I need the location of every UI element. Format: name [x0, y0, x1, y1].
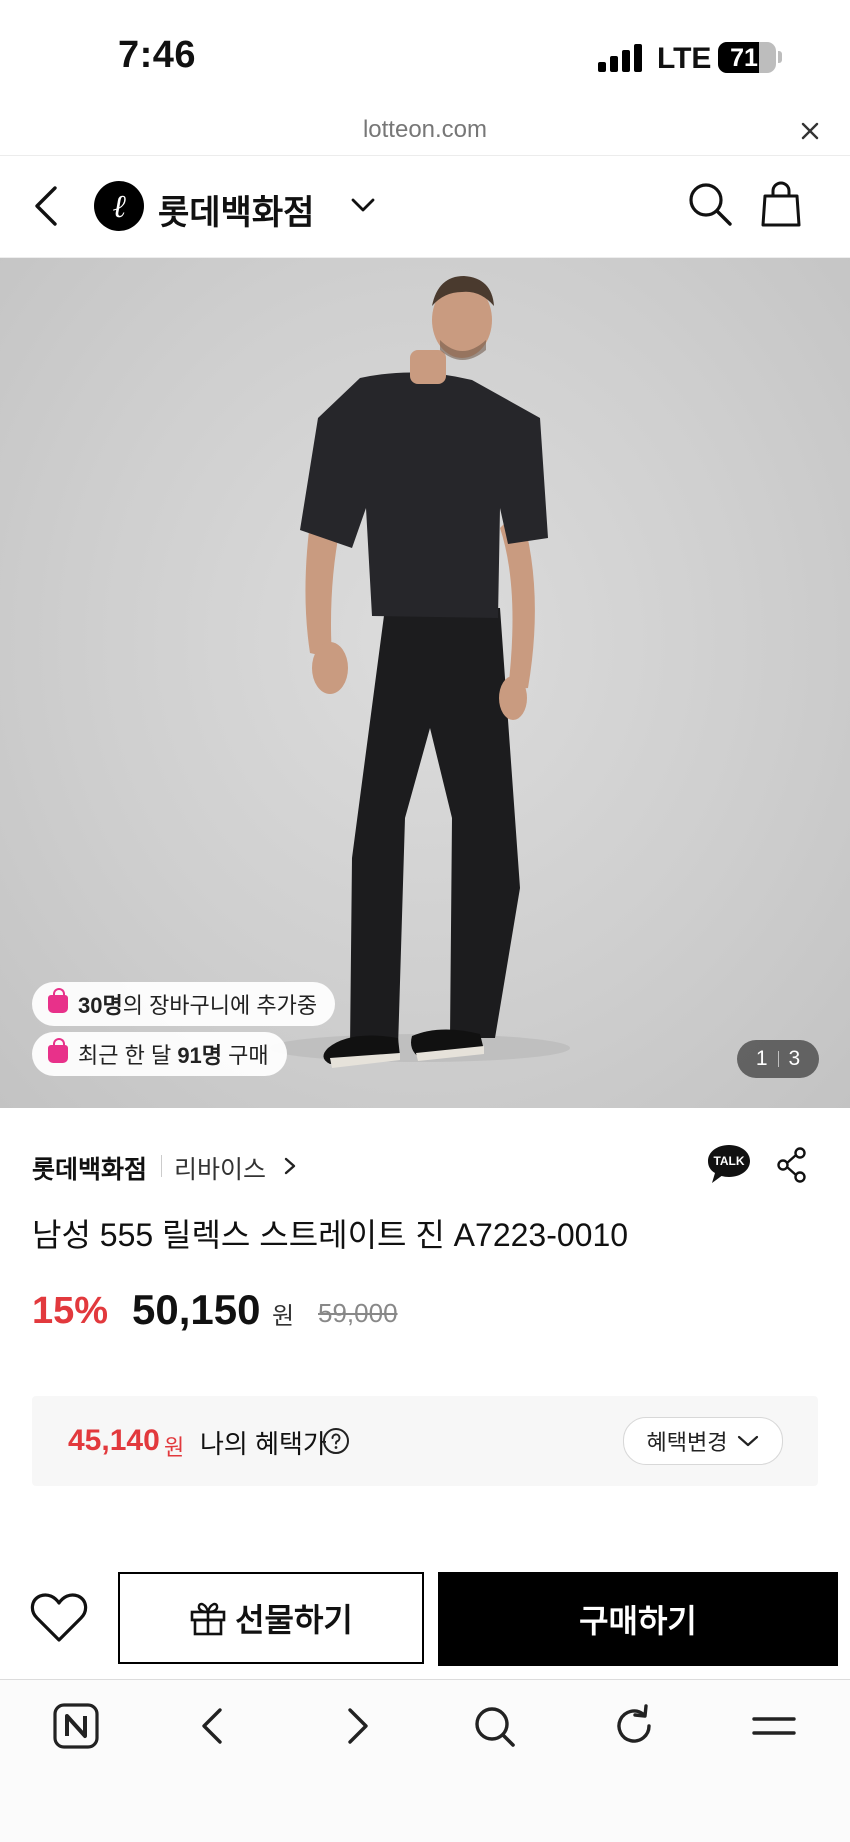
battery-level: 71 [730, 44, 758, 72]
browser-toolbar [0, 1680, 850, 1842]
shopping-bag-icon [48, 988, 68, 1013]
gift-button[interactable]: 선물하기 [118, 1572, 424, 1664]
signal-strength-icon [598, 44, 644, 72]
network-type: LTE [657, 42, 712, 75]
benefit-change-button[interactable]: 혜택변경 [623, 1417, 783, 1465]
close-icon[interactable] [797, 118, 823, 144]
image-pager: 1 3 [737, 1040, 819, 1078]
heart-icon[interactable] [30, 1592, 88, 1644]
benefit-price-unit: 원 [164, 1435, 185, 1460]
benefit-change-label: 혜택변경 [646, 1430, 728, 1455]
discount-rate: 15% [32, 1290, 109, 1332]
question-circle-icon[interactable] [322, 1427, 350, 1455]
pager-separator [777, 1051, 779, 1067]
buy-label: 구매하기 [579, 1603, 697, 1639]
store-title[interactable]: 롯데백화점 [158, 185, 314, 234]
cart-count-text: 의 장바구니에 추가중 [122, 993, 318, 1018]
menu-icon[interactable] [750, 1702, 798, 1750]
shopping-bag-icon [48, 1038, 68, 1063]
sale-price: 50,150 [132, 1286, 261, 1333]
product-image[interactable]: 30명 의 장바구니에 추가중 최근 한 달 91명 구매 [0, 258, 850, 1108]
purchase-count-prefix: 최근 한 달 [78, 1043, 178, 1068]
battery-cap [778, 51, 782, 63]
chevron-left-icon[interactable] [28, 180, 68, 232]
status-time: 7:46 [118, 34, 197, 76]
cart-count-badge: 30명 의 장바구니에 추가중 [32, 982, 336, 1026]
original-price: 59,000 [318, 1298, 398, 1328]
cart-count: 30명 [78, 993, 123, 1018]
chevron-down-icon[interactable] [348, 192, 378, 218]
shopping-bag-icon[interactable] [760, 180, 802, 228]
talk-label: TALK [713, 1154, 744, 1168]
benefit-price: 45,140 [68, 1424, 160, 1457]
gift-icon [190, 1602, 226, 1636]
product-title: 남성 555 릴렉스 스트레이트 진 A7223-0010 [32, 1217, 629, 1253]
buy-button[interactable]: 구매하기 [438, 1572, 838, 1666]
model-figure [270, 276, 570, 1068]
chevron-down-icon [738, 1435, 759, 1447]
back-icon[interactable] [190, 1702, 238, 1750]
naver-home-icon[interactable] [52, 1702, 100, 1750]
talk-chat-icon[interactable]: TALK [706, 1143, 752, 1185]
battery-icon: 71 [718, 42, 776, 73]
address-bar-url[interactable]: lotteon.com [0, 116, 850, 144]
benefit-label: 나의 혜택가 [200, 1429, 327, 1459]
share-icon[interactable] [776, 1146, 808, 1184]
purchase-count: 91명 [177, 1043, 223, 1068]
purchase-count-badge: 최근 한 달 91명 구매 [32, 1032, 287, 1076]
pager-total: 3 [788, 1047, 801, 1070]
divider [0, 155, 850, 156]
price-unit: 원 [272, 1303, 295, 1330]
chevron-right-icon[interactable] [283, 1156, 297, 1176]
refresh-icon[interactable] [610, 1702, 658, 1750]
brand-link[interactable]: 리바이스 [174, 1150, 266, 1186]
purchase-count-text: 구매 [222, 1043, 269, 1068]
store-label[interactable]: 롯데백화점 [32, 1150, 147, 1186]
pager-current: 1 [755, 1047, 768, 1070]
lotte-logo-icon[interactable]: ℓ [94, 181, 144, 231]
gift-label: 선물하기 [235, 1602, 353, 1638]
search-icon[interactable] [686, 180, 734, 228]
search-icon[interactable] [470, 1702, 518, 1750]
forward-icon[interactable] [332, 1702, 380, 1750]
divider [161, 1155, 162, 1177]
